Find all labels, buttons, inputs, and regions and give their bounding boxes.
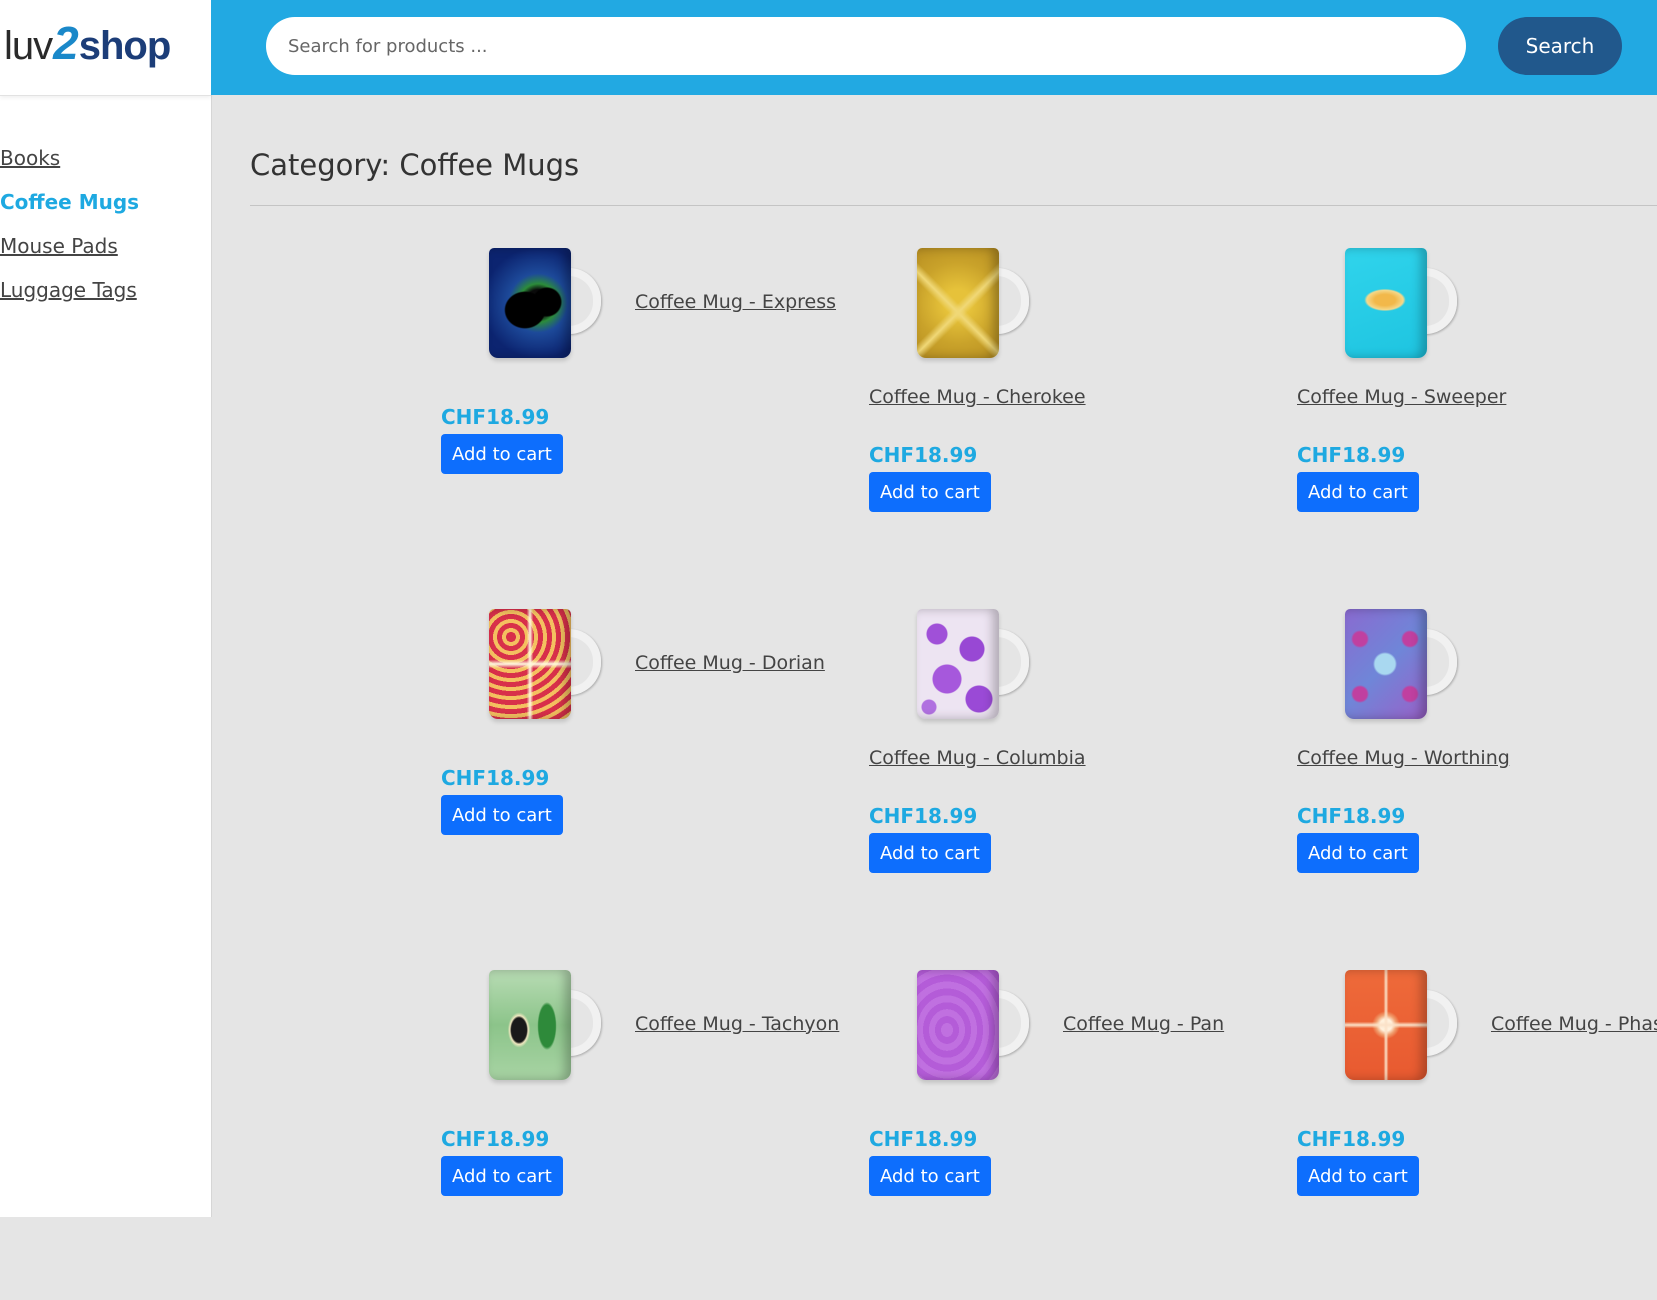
page-title: Category: Coffee Mugs: [250, 148, 580, 182]
product-image[interactable]: [489, 970, 617, 1090]
add-to-cart-button[interactable]: Add to cart: [441, 795, 563, 835]
product-price: CHF18.99: [441, 405, 550, 429]
product-card: Coffee Mug - Express CHF18.99 Add to car…: [441, 248, 851, 578]
add-to-cart-button[interactable]: Add to cart: [869, 1156, 991, 1196]
add-to-cart-button[interactable]: Add to cart: [1297, 833, 1419, 873]
product-card: Coffee Mug - Dorian CHF18.99 Add to cart: [441, 609, 851, 939]
product-card: Coffee Mug - Phas CHF18.99 Add to cart: [1297, 970, 1657, 1300]
category-link-luggage-tags[interactable]: Luggage Tags: [0, 278, 137, 302]
category-item-mouse-pads: Mouse Pads: [0, 234, 139, 278]
product-name-link[interactable]: Coffee Mug - Phas: [1491, 1013, 1657, 1035]
product-price: CHF18.99: [869, 443, 978, 467]
product-image[interactable]: [1345, 248, 1473, 368]
product-price: CHF18.99: [1297, 804, 1406, 828]
title-divider: [250, 205, 1657, 206]
product-image[interactable]: [917, 970, 1045, 1090]
product-name-link[interactable]: Coffee Mug - Dorian: [635, 652, 825, 674]
logo-text-2: 2: [53, 17, 79, 69]
add-to-cart-button[interactable]: Add to cart: [1297, 1156, 1419, 1196]
add-to-cart-button[interactable]: Add to cart: [1297, 472, 1419, 512]
product-name-link[interactable]: Coffee Mug - Sweeper: [1297, 386, 1506, 408]
product-card: Coffee Mug - Columbia CHF18.99 Add to ca…: [869, 609, 1279, 939]
product-card: Coffee Mug - Cherokee CHF18.99 Add to ca…: [869, 248, 1279, 578]
add-to-cart-button[interactable]: Add to cart: [441, 434, 563, 474]
product-name-link[interactable]: Coffee Mug - Columbia: [869, 747, 1086, 769]
product-name-link[interactable]: Coffee Mug - Worthing: [1297, 747, 1510, 769]
product-price: CHF18.99: [441, 766, 550, 790]
category-link-mouse-pads[interactable]: Mouse Pads: [0, 234, 118, 258]
add-to-cart-button[interactable]: Add to cart: [869, 472, 991, 512]
product-image[interactable]: [917, 248, 1045, 368]
product-price: CHF18.99: [869, 1127, 978, 1151]
logo[interactable]: luv2shop: [4, 17, 172, 71]
category-link-books[interactable]: Books: [0, 146, 60, 170]
product-price: CHF18.99: [441, 1127, 550, 1151]
category-menu: Books Coffee Mugs Mouse Pads Luggage Tag…: [0, 146, 139, 322]
category-item-luggage-tags: Luggage Tags: [0, 278, 139, 322]
product-image[interactable]: [489, 248, 617, 368]
top-header: Search: [211, 0, 1657, 95]
product-image[interactable]: [917, 609, 1045, 729]
product-image[interactable]: [1345, 970, 1473, 1090]
product-name-link[interactable]: Coffee Mug - Pan: [1063, 1013, 1224, 1035]
product-image[interactable]: [489, 609, 617, 729]
category-item-books: Books: [0, 146, 139, 190]
product-price: CHF18.99: [869, 804, 978, 828]
logo-text-luv: luv: [4, 24, 53, 68]
logo-container: luv2shop: [0, 0, 211, 96]
product-name-link[interactable]: Coffee Mug - Cherokee: [869, 386, 1086, 408]
search-button[interactable]: Search: [1498, 17, 1622, 75]
add-to-cart-button[interactable]: Add to cart: [441, 1156, 563, 1196]
search-input[interactable]: [266, 17, 1466, 75]
product-card: Coffee Mug - Tachyon CHF18.99 Add to car…: [441, 970, 851, 1300]
category-item-coffee-mugs: Coffee Mugs: [0, 190, 139, 234]
product-card: Coffee Mug - Worthing CHF18.99 Add to ca…: [1297, 609, 1657, 939]
logo-text-shop: shop: [78, 24, 172, 68]
sidebar: luv2shop Books Coffee Mugs Mouse Pads Lu…: [0, 0, 212, 1217]
product-name-link[interactable]: Coffee Mug - Express: [635, 291, 836, 313]
product-card: Coffee Mug - Sweeper CHF18.99 Add to car…: [1297, 248, 1657, 578]
category-link-coffee-mugs[interactable]: Coffee Mugs: [0, 190, 139, 214]
product-price: CHF18.99: [1297, 443, 1406, 467]
add-to-cart-button[interactable]: Add to cart: [869, 833, 991, 873]
product-card: Coffee Mug - Pan CHF18.99 Add to cart: [869, 970, 1279, 1300]
product-name-link[interactable]: Coffee Mug - Tachyon: [635, 1013, 839, 1035]
product-price: CHF18.99: [1297, 1127, 1406, 1151]
product-image[interactable]: [1345, 609, 1473, 729]
